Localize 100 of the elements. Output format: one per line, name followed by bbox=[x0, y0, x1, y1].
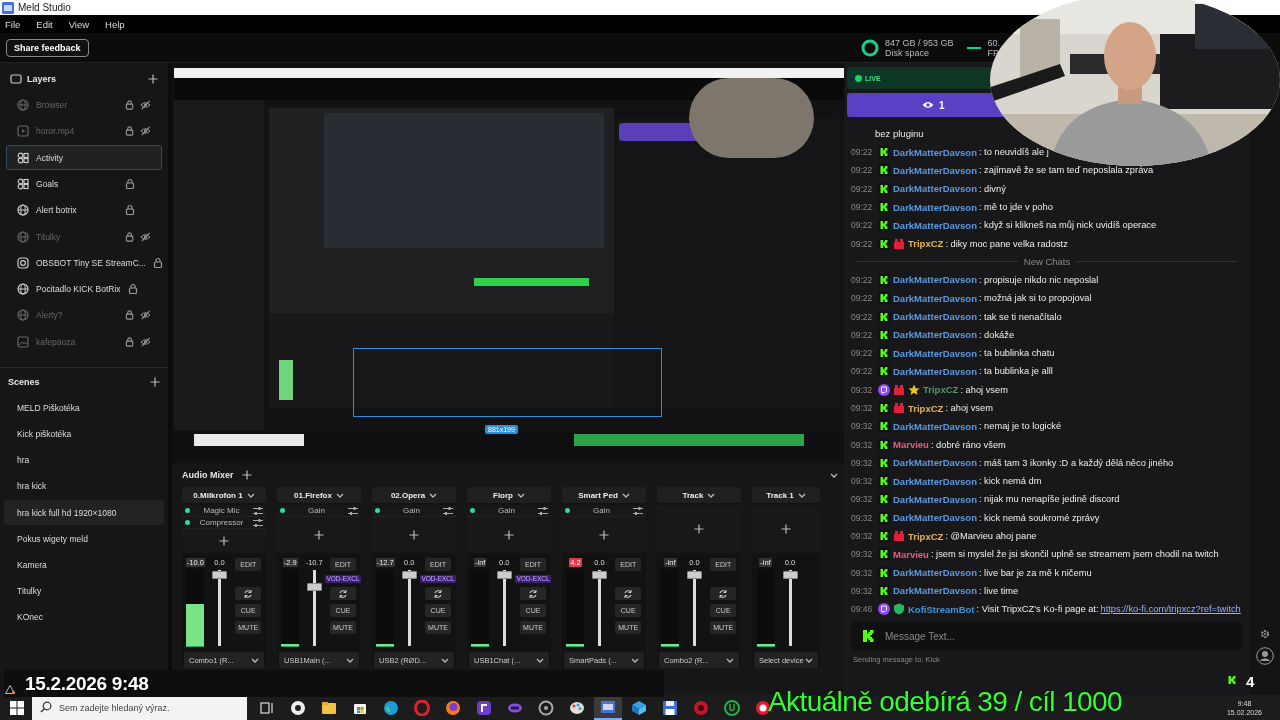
lock-icon[interactable] bbox=[125, 230, 135, 243]
scene-item[interactable]: hra kick full hd 1920×1080 bbox=[4, 500, 164, 525]
add-icon[interactable] bbox=[781, 524, 791, 534]
chat-username[interactable]: DarkMatterDavson bbox=[893, 512, 977, 524]
sliders-icon[interactable] bbox=[253, 505, 263, 516]
add-icon[interactable] bbox=[314, 530, 324, 540]
lock-icon[interactable] bbox=[125, 309, 135, 322]
chat-username[interactable]: KofiStreamBot bbox=[908, 603, 975, 615]
user-icon[interactable] bbox=[1256, 647, 1274, 665]
chat-username[interactable]: DarkMatterDavson bbox=[893, 183, 977, 195]
fader-handle[interactable] bbox=[212, 571, 228, 580]
fader-handle[interactable] bbox=[401, 571, 417, 580]
track-name-dropdown[interactable]: 0.Milkrofon 1 bbox=[182, 487, 266, 503]
settings-icon[interactable] bbox=[1260, 629, 1270, 639]
fader-handle[interactable] bbox=[496, 571, 512, 580]
loop-button[interactable] bbox=[235, 587, 262, 600]
chat-username[interactable]: Marvieu bbox=[893, 439, 929, 451]
feedback-button[interactable]: Share feedback bbox=[6, 38, 89, 57]
eye-off-icon[interactable] bbox=[140, 99, 151, 112]
sliders-icon[interactable] bbox=[633, 505, 643, 516]
effect-row[interactable]: Compressor bbox=[182, 517, 266, 529]
chat-username[interactable]: DarkMatterDavson bbox=[893, 219, 977, 231]
layer-item[interactable]: Activity bbox=[6, 145, 162, 170]
loop-button[interactable] bbox=[425, 587, 451, 600]
chat-username[interactable]: DarkMatterDavson bbox=[893, 457, 977, 469]
scene-item[interactable]: Kick piškotéka bbox=[4, 421, 164, 447]
eye-off-icon[interactable] bbox=[140, 230, 151, 243]
chat-username[interactable]: DarkMatterDavson bbox=[893, 146, 977, 158]
add-icon[interactable] bbox=[409, 530, 419, 540]
menu-item[interactable]: View bbox=[68, 18, 90, 30]
lock-icon[interactable] bbox=[125, 335, 135, 348]
chat-username[interactable]: DarkMatterDavson bbox=[893, 329, 977, 341]
menu-item[interactable]: File bbox=[5, 18, 21, 30]
add-icon[interactable] bbox=[241, 470, 252, 480]
scene-item[interactable]: Kamera bbox=[4, 552, 164, 578]
scene-item[interactable]: Pokus wigety meld bbox=[4, 526, 164, 552]
chat-username[interactable]: DarkMatterDavson bbox=[893, 494, 977, 505]
track-name-dropdown[interactable]: 02.Opera bbox=[372, 487, 456, 503]
add-icon[interactable] bbox=[219, 536, 229, 546]
fader-handle[interactable] bbox=[687, 571, 703, 580]
sliders-icon[interactable] bbox=[253, 517, 263, 528]
scene-item[interactable]: hra kick bbox=[4, 474, 164, 499]
lock-icon[interactable] bbox=[125, 204, 135, 217]
chat-username[interactable]: TripxCZ bbox=[923, 384, 959, 396]
add-icon[interactable] bbox=[599, 530, 609, 540]
scene-item[interactable]: Titulky bbox=[4, 578, 164, 604]
layer-item[interactable]: Goals bbox=[6, 171, 162, 197]
chat-username[interactable]: Marvieu bbox=[893, 548, 929, 560]
fader-handle[interactable] bbox=[592, 571, 608, 580]
sliders-icon[interactable] bbox=[443, 505, 453, 516]
status-dot[interactable] bbox=[185, 508, 190, 513]
chat-link[interactable]: https://ko-fi.com/tripxcz?ref=twitch bbox=[1100, 604, 1241, 615]
add-icon[interactable] bbox=[694, 524, 704, 534]
track-name-dropdown[interactable]: Track bbox=[657, 487, 741, 503]
status-dot[interactable] bbox=[375, 508, 380, 513]
taskbar-button[interactable] bbox=[594, 695, 622, 720]
fader-handle[interactable] bbox=[306, 582, 322, 591]
loop-button[interactable] bbox=[615, 587, 642, 600]
sliders-icon[interactable] bbox=[348, 505, 358, 516]
track-name-dropdown[interactable]: 01.Firefox bbox=[277, 487, 361, 503]
chat-username[interactable]: DarkMatterDavson bbox=[893, 475, 977, 487]
loop-button[interactable] bbox=[330, 587, 356, 600]
chat-username[interactable]: DarkMatterDavson bbox=[893, 365, 977, 377]
loop-button[interactable] bbox=[520, 587, 546, 600]
chat-username[interactable]: DarkMatterDavson bbox=[893, 585, 977, 597]
chat-username[interactable]: DarkMatterDavson bbox=[893, 164, 977, 176]
chat-username[interactable]: DarkMatterDavson bbox=[893, 292, 977, 304]
chat-username[interactable]: DarkMatterDavson bbox=[893, 420, 977, 432]
chat-username[interactable]: DarkMatterDavson bbox=[893, 311, 977, 322]
lock-icon[interactable] bbox=[125, 125, 135, 138]
lock-icon[interactable] bbox=[152, 256, 163, 269]
windows-start-icon[interactable] bbox=[10, 700, 24, 715]
status-dot[interactable] bbox=[280, 508, 285, 513]
eye-off-icon[interactable] bbox=[140, 309, 151, 322]
chat-username[interactable]: DarkMatterDavson bbox=[893, 274, 977, 286]
loop-button[interactable] bbox=[710, 587, 737, 600]
add-icon[interactable] bbox=[148, 74, 158, 84]
track-name-dropdown[interactable]: Track 1 bbox=[752, 487, 820, 503]
sliders-icon[interactable] bbox=[538, 505, 548, 516]
fader-handle[interactable] bbox=[782, 571, 798, 580]
layer-item[interactable]: Pocitadlo KICK BotRix bbox=[6, 276, 162, 302]
chat-username[interactable]: DarkMatterDavson bbox=[893, 567, 977, 579]
status-dot[interactable] bbox=[470, 508, 475, 513]
status-dot[interactable] bbox=[185, 520, 190, 525]
track-name-dropdown[interactable]: Florp bbox=[467, 487, 551, 503]
search-field[interactable]: Sem zadejte hledaný výraz. bbox=[32, 695, 247, 720]
chat-username[interactable]: TripxCZ bbox=[908, 530, 944, 542]
add-icon[interactable] bbox=[504, 530, 514, 540]
layer-item[interactable]: OBSBOT Tiny SE StreamC... bbox=[6, 250, 162, 276]
chat-username[interactable]: TripxCZ bbox=[908, 402, 944, 414]
effect-row[interactable]: Magic Mic bbox=[182, 505, 266, 517]
message-input[interactable]: Message Text... bbox=[851, 622, 1243, 651]
scene-item[interactable]: MELD Piškotéka bbox=[4, 395, 164, 421]
track-name-dropdown[interactable]: Smart Ped bbox=[562, 487, 646, 503]
lock-icon[interactable] bbox=[127, 283, 138, 296]
scene-item[interactable]: KOnec bbox=[4, 605, 164, 630]
eye-off-icon[interactable] bbox=[140, 335, 151, 348]
lock-icon[interactable] bbox=[125, 177, 135, 190]
chevron-icon[interactable] bbox=[830, 471, 838, 479]
chat-username[interactable]: DarkMatterDavson bbox=[893, 347, 977, 359]
